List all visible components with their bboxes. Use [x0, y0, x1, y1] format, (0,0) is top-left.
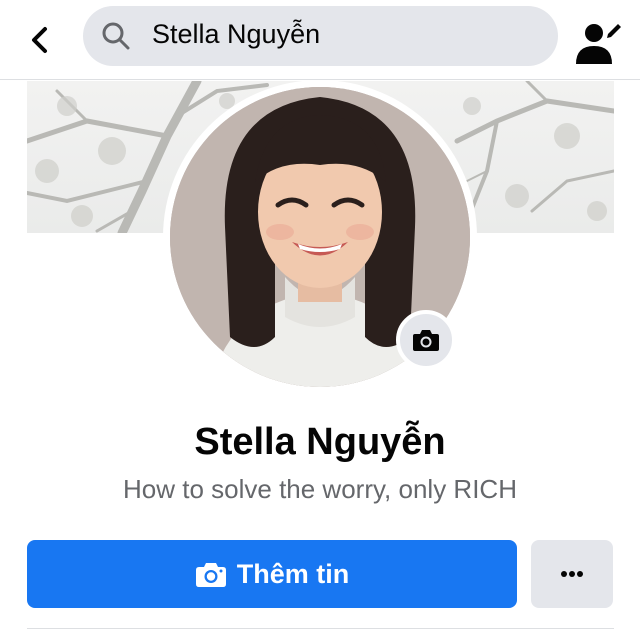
add-story-button[interactable]: Thêm tin — [27, 540, 517, 608]
chevron-left-icon — [32, 27, 47, 53]
ellipsis-icon — [561, 571, 583, 577]
search-icon — [102, 22, 130, 50]
more-options-button[interactable] — [531, 540, 613, 608]
user-edit-icon — [576, 24, 621, 64]
add-story-label: Thêm tin — [236, 559, 350, 589]
search-input[interactable]: Stella Nguyễn — [152, 17, 320, 51]
profile-settings-button[interactable] — [572, 20, 624, 66]
back-button[interactable] — [22, 22, 58, 58]
profile-name: Stella Nguyễn — [194, 421, 446, 463]
camera-icon — [413, 330, 439, 351]
change-photo-button[interactable] — [396, 310, 456, 370]
camera-icon — [195, 563, 226, 587]
section-divider — [27, 628, 614, 629]
profile-bio: How to solve the worry, only RICH — [123, 474, 517, 504]
